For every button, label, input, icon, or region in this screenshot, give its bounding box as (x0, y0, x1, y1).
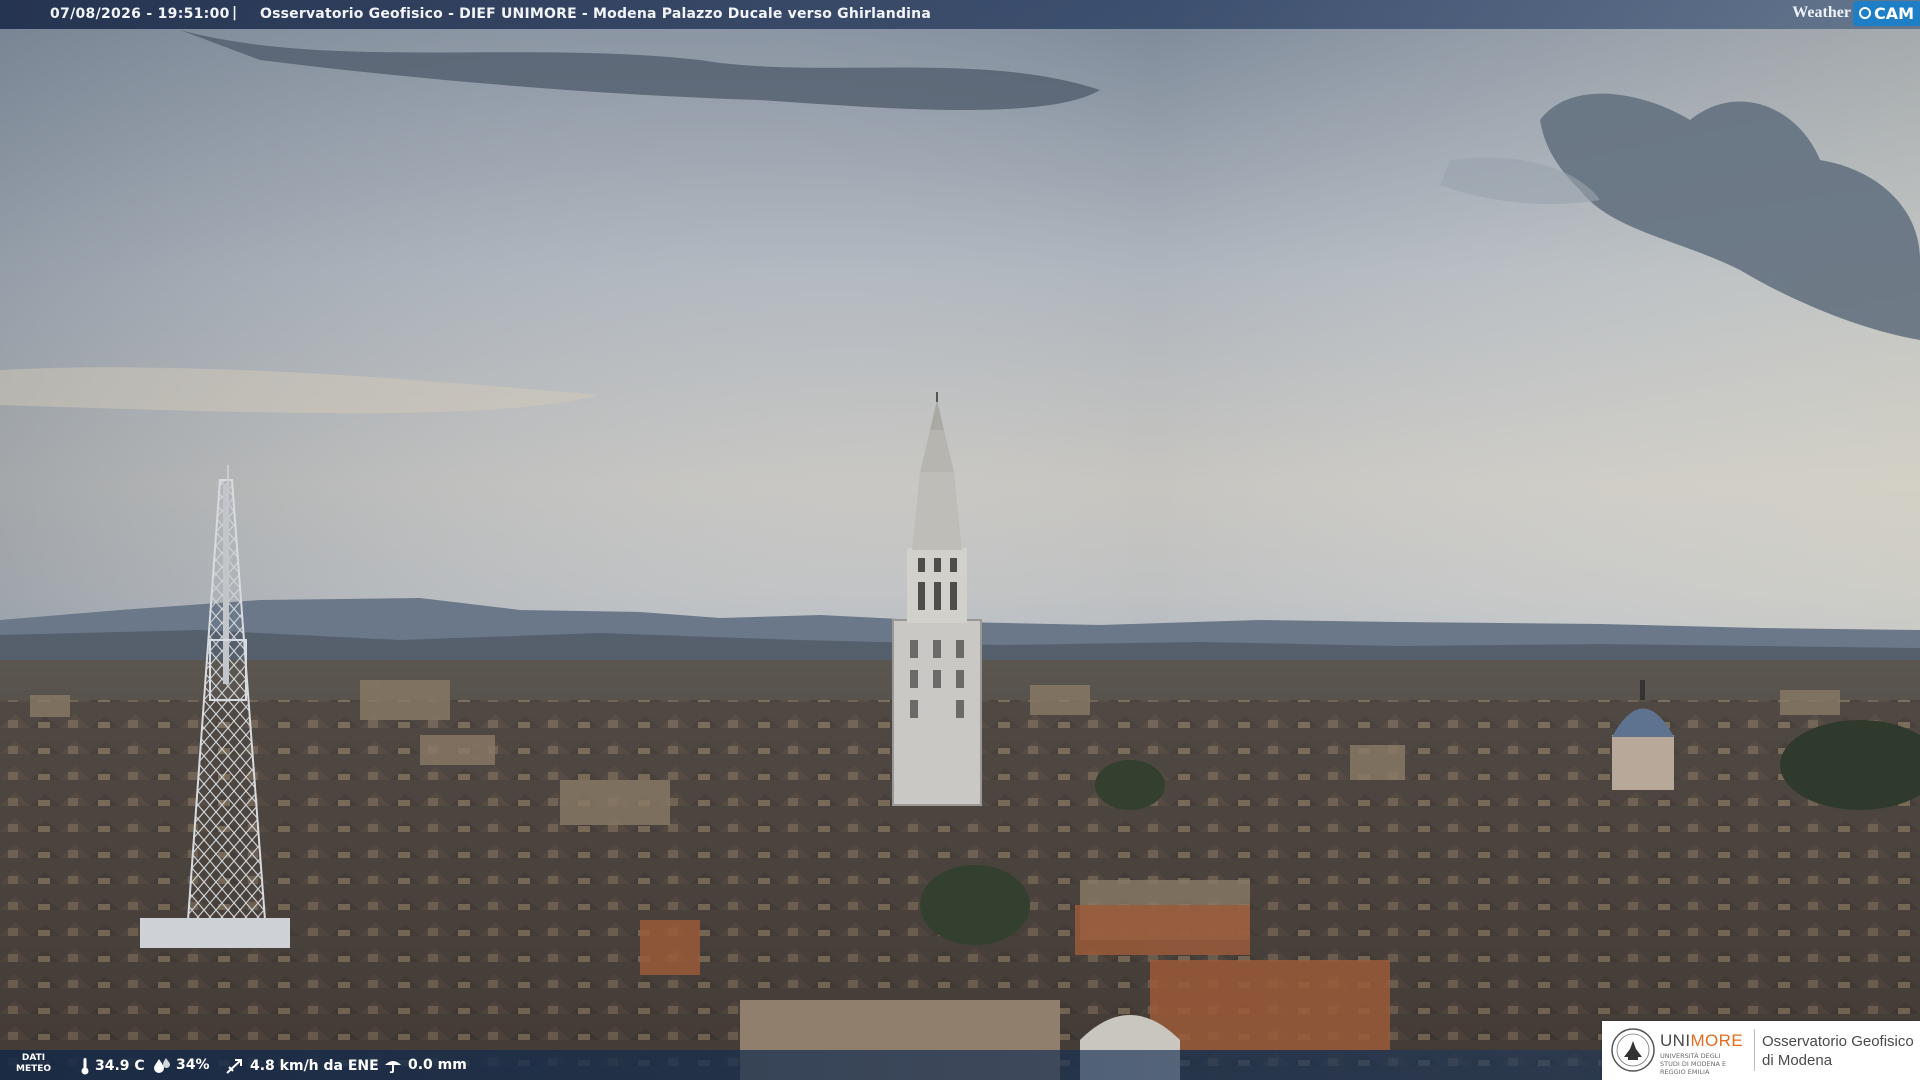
weathercam-logo: Weather CAM (1786, 0, 1920, 26)
timestamp: 07/08/2026 - 19:51:00 (50, 6, 230, 22)
caption-separator: | (232, 5, 238, 21)
rain-readout: 0.0 mm (383, 1057, 467, 1073)
unimore-wordmark: UNIMORE (1660, 1031, 1743, 1051)
weather-data-label: DATI METEO (16, 1053, 51, 1075)
logo-divider (1754, 1029, 1755, 1071)
weathercam-badge-text: CAM (1873, 3, 1914, 23)
rain-gauge-icon (385, 1061, 401, 1073)
humidity-readout: 34% (153, 1057, 210, 1073)
humidity-drops-icon (154, 1058, 170, 1073)
weather-label-line1: DATI (21, 1053, 46, 1063)
camera-lens-icon (1858, 7, 1871, 19)
wind-readout: 4.8 km/h da ENE (225, 1057, 379, 1075)
unimore-part1: UNI (1660, 1031, 1691, 1050)
webcam-image (0, 0, 1920, 1080)
rain-value: 0.0 mm (408, 1057, 467, 1073)
temperature-value: 34.9 C (95, 1058, 145, 1074)
observatory-line2: di Modena (1762, 1052, 1833, 1069)
caption-bar: 07/08/2026 - 19:51:00 | Osservatorio Geo… (0, 0, 1920, 29)
weather-label-line2: METEO (16, 1064, 52, 1074)
weathercam-word: Weather (1792, 4, 1851, 21)
thermometer-icon (81, 1058, 89, 1075)
university-seal-icon (1611, 1028, 1655, 1072)
wind-direction-icon (226, 1059, 242, 1074)
temperature-readout: 34.9 C (80, 1057, 145, 1075)
camera-title: Osservatorio Geofisico - DIEF UNIMORE - … (260, 6, 931, 22)
observatory-line1: Osservatorio Geofisico (1762, 1033, 1914, 1050)
university-subtitle: UNIVERSITÀ DEGLI STUDI DI MODENA E REGGI… (1660, 1052, 1727, 1076)
weathercam-badge: CAM (1852, 0, 1920, 26)
unimore-part2: MORE (1690, 1031, 1744, 1050)
wind-value: 4.8 km/h da ENE (250, 1058, 379, 1074)
observatory-name: Osservatorio Geofisico di Modena (1762, 1032, 1914, 1070)
observatory-logo: UNIMORE UNIVERSITÀ DEGLI STUDI DI MODENA… (1602, 1021, 1920, 1080)
humidity-value: 34% (176, 1057, 210, 1073)
